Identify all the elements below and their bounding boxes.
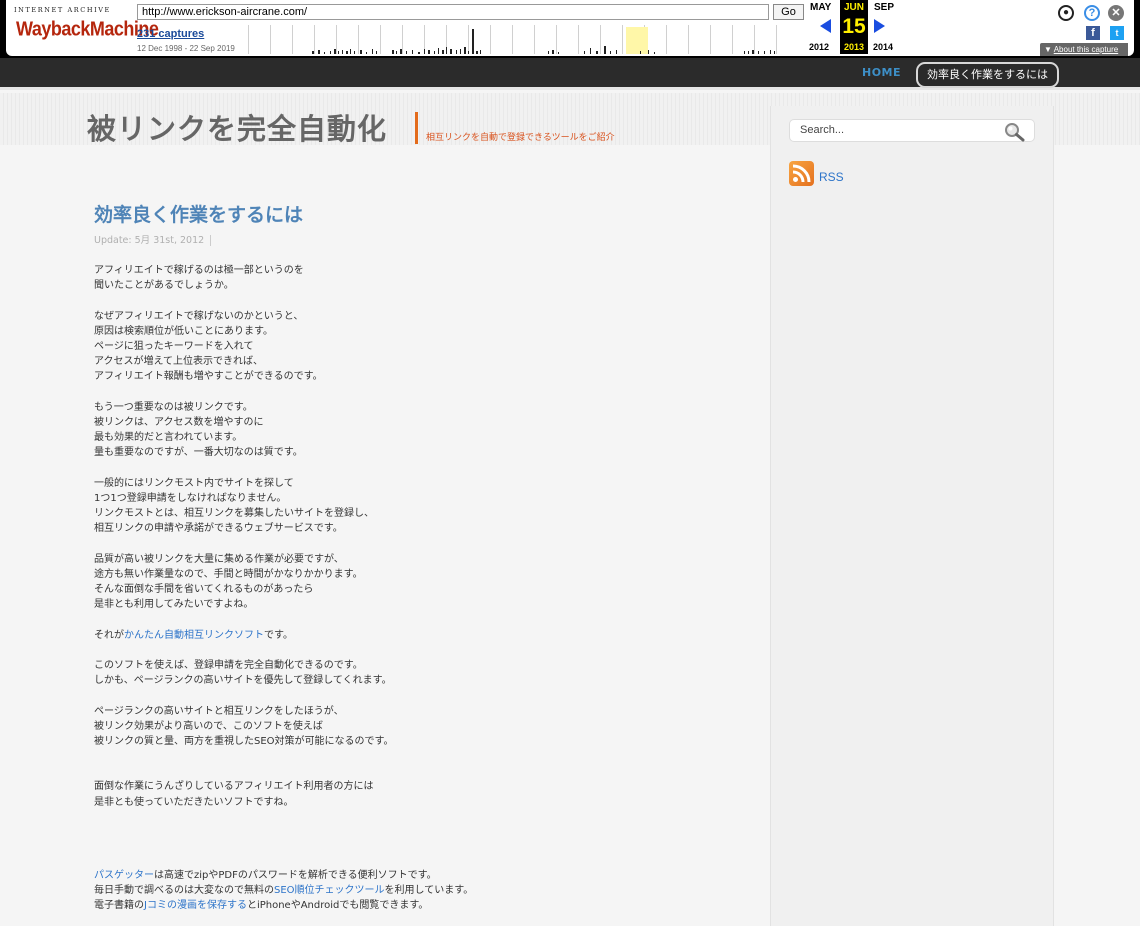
passgetter-link[interactable]: パスゲッター (94, 870, 154, 881)
post-line: 被リンクは、アクセス数を増やすのに (94, 417, 264, 428)
footer-text: 毎日手動で調べるのは大変なので無料の (94, 885, 274, 897)
wayback-capture-range: 12 Dec 1998 - 22 Sep 2019 (137, 44, 235, 53)
wayback-toolbar: INTERNET ARCHIVE WaybackMachine Go 231 c… (0, 0, 1140, 58)
user-icon[interactable]: ● (1058, 5, 1074, 21)
wayback-current-day: 15 (842, 15, 866, 38)
post-line: です。 (264, 629, 293, 641)
footer-line: パスゲッターは高速でzipやPDFのパスワードを解析できる便利ソフトです。 (94, 868, 734, 883)
meta-divider (210, 235, 212, 246)
post-line: このソフトを使えば、登録申請を完全自動化できるのです。 (94, 660, 363, 672)
software-link[interactable]: かんたん自動相互リンクソフト (124, 630, 264, 641)
post-line: 是非とも使っていただきたいソフトですね。 (94, 796, 294, 808)
post-line: ページに狙ったキーワードを入れて (94, 341, 254, 352)
post-line: もう一つ重要なのは被リンクです。 (94, 401, 253, 413)
post-paragraph: ページランクの高いサイトと相互リンクをしたほうが、 被リンク効果がより高いので、こ… (94, 704, 734, 750)
footer-text: を利用しています。 (384, 885, 474, 897)
post-line: リンクモストとは、相互リンクを募集したいサイトを登録し、 (94, 508, 374, 520)
wayback-go-button[interactable]: Go (773, 4, 804, 20)
post-line: 被リンク効果がより高いので、このソフトを使えば (94, 720, 323, 732)
nav-home-link[interactable]: HOME (862, 66, 901, 79)
post-line: アクセスが増えて上位表示できれば、 (94, 356, 263, 368)
post-paragraph: 面倒な作業にうんざりしているアフィリエイト利用者の方には 是非とも使っていただきた… (94, 779, 734, 809)
seo-tool-link[interactable]: SEO順位チェックツール (274, 885, 385, 896)
post-line: そんな面倒な手間を省いてくれるものがあったら (94, 584, 314, 596)
post-line: 面倒な作業にうんざりしているアフィリエイト利用者の方には (94, 781, 374, 793)
wayback-url-input[interactable] (137, 4, 769, 20)
wayback-next-year[interactable]: 2014 (873, 42, 893, 52)
post-body: アフィリエイトで稼げるのは極一部というのを 聞いたことがあるでしょうか。 なぜアフ… (94, 263, 734, 825)
post-line: 聞いたことがあるでしょうか。 (94, 280, 234, 292)
site-navigation: HOME 効率良く作業をするには (0, 58, 1140, 90)
post-paragraph: それがかんたん自動相互リンクソフトです。 (94, 628, 734, 643)
post-paragraph: 一般的にはリンクモスト内でサイトを探して 1つ1つ登録申請をしなければなりません。… (94, 476, 734, 537)
wayback-prev-month[interactable]: MAY (810, 2, 831, 13)
site-title[interactable]: 被リンクを完全自動化 (87, 106, 387, 148)
post-paragraph: このソフトを使えば、登録申請を完全自動化できるのです。しかも、ページランクの高い… (94, 658, 734, 688)
post-title[interactable]: 効率良く作業をするには (94, 200, 303, 227)
footer-links: パスゲッターは高速でzipやPDFのパスワードを解析できる便利ソフトです。 毎日… (94, 868, 734, 914)
about-capture-label: About this capture (1053, 45, 1119, 54)
search-box (789, 119, 1035, 142)
site-tagline: 相互リンクを自動で登録できるツールをご紹介 (426, 133, 615, 143)
post-line: 是非とも利用してみたいですよね。 (94, 599, 254, 611)
search-input[interactable] (800, 124, 1000, 136)
wayback-prev-year[interactable]: 2012 (809, 42, 829, 52)
post-line: それが (94, 629, 124, 641)
post-meta: Update: 5月 31st, 2012 (94, 232, 212, 246)
post-line: しかも、ページランクの高いサイトを優先して登録してくれます。 (94, 675, 392, 687)
wayback-logo[interactable]: INTERNET ARCHIVE WaybackMachine (14, 6, 159, 46)
post-line: 一般的にはリンクモスト内でサイトを探して (94, 477, 294, 489)
nav-current-page-tab[interactable]: 効率良く作業をするには (916, 62, 1059, 88)
rss-icon[interactable] (789, 161, 814, 186)
footer-line: 電子書籍のJコミの漫画を保存するとiPhoneやAndroidでも閲覧できます。 (94, 898, 734, 913)
wayback-current-year: 2013 (843, 42, 865, 52)
close-icon[interactable]: ✕ (1108, 5, 1124, 21)
facebook-icon[interactable]: f (1086, 26, 1100, 40)
post-paragraph: もう一つ重要なのは被リンクです。 被リンクは、アクセス数を増やすのに 最も効果的だと… (94, 400, 734, 461)
post-line: 相互リンクの申請や承諾ができるウェブサービスです。 (94, 523, 343, 535)
footer-text: とiPhoneやAndroidでも閲覧できます。 (246, 900, 429, 912)
wayback-next-month[interactable]: SEP (874, 2, 894, 13)
rss-link[interactable]: RSS (819, 170, 844, 184)
footer-text: は高速でzipやPDFのパスワードを解析できる便利ソフトです。 (154, 870, 437, 881)
post-line: 原因は検索順位が低いことにあります。 (94, 325, 273, 337)
post-date: Update: 5月 31st, 2012 (94, 235, 205, 246)
about-capture-button[interactable]: ▼ About this capture (1040, 43, 1128, 56)
post-line: なぜアフィリエイトで稼げないのかというと、 (94, 310, 304, 322)
post-line: ページランクの高いサイトと相互リンクをしたほうが、 (94, 705, 344, 717)
post-line: 量も重要なのですが、一番大切なのは質です。 (94, 447, 303, 459)
wayback-current-month: JUN (843, 2, 864, 13)
footer-line: 毎日手動で調べるのは大変なので無料のSEO順位チェックツールを利用しています。 (94, 883, 734, 898)
post-paragraph: なぜアフィリエイトで稼げないのかというと、 原因は検索順位が低いことにあります。ペ… (94, 309, 734, 385)
prev-capture-arrow-icon[interactable] (820, 19, 831, 33)
post-paragraph: 品質が高い被リンクを大量に集める作業が必要ですが、途方も無い作業量なので、手間と… (94, 552, 734, 613)
title-divider (415, 112, 418, 144)
post-line: アフィリエイトで稼げるのは極一部というのを (94, 265, 304, 276)
post-line: 被リンクの質と量、両方を重視したSEO対策が可能になるのです。 (94, 736, 394, 748)
help-icon[interactable]: ? (1084, 5, 1100, 21)
next-capture-arrow-icon[interactable] (874, 19, 885, 33)
post-paragraph: アフィリエイトで稼げるのは極一部というのを 聞いたことがあるでしょうか。 (94, 263, 734, 293)
post-line: 途方も無い作業量なので、手間と時間がかなりかかります。 (94, 569, 363, 580)
post-line: 最も効果的だと言われています。 (94, 432, 243, 444)
jcomi-link[interactable]: Jコミの漫画を保存する (144, 900, 247, 911)
wayback-logo-top: INTERNET ARCHIVE (14, 6, 111, 14)
twitter-icon[interactable]: t (1110, 26, 1124, 40)
post-line: 品質が高い被リンクを大量に集める作業が必要ですが、 (94, 553, 344, 565)
wayback-sparkline[interactable] (248, 25, 793, 54)
post-line: 1つ1つ登録申請をしなければなりません。 (94, 493, 287, 504)
post-line: アフィリエイト報酬も増やすことができるのです。 (94, 371, 323, 383)
sidebar (770, 106, 1054, 926)
wayback-captures-link[interactable]: 231 captures (137, 28, 204, 40)
search-icon[interactable] (1004, 122, 1026, 142)
footer-text: 電子書籍の (94, 900, 144, 912)
